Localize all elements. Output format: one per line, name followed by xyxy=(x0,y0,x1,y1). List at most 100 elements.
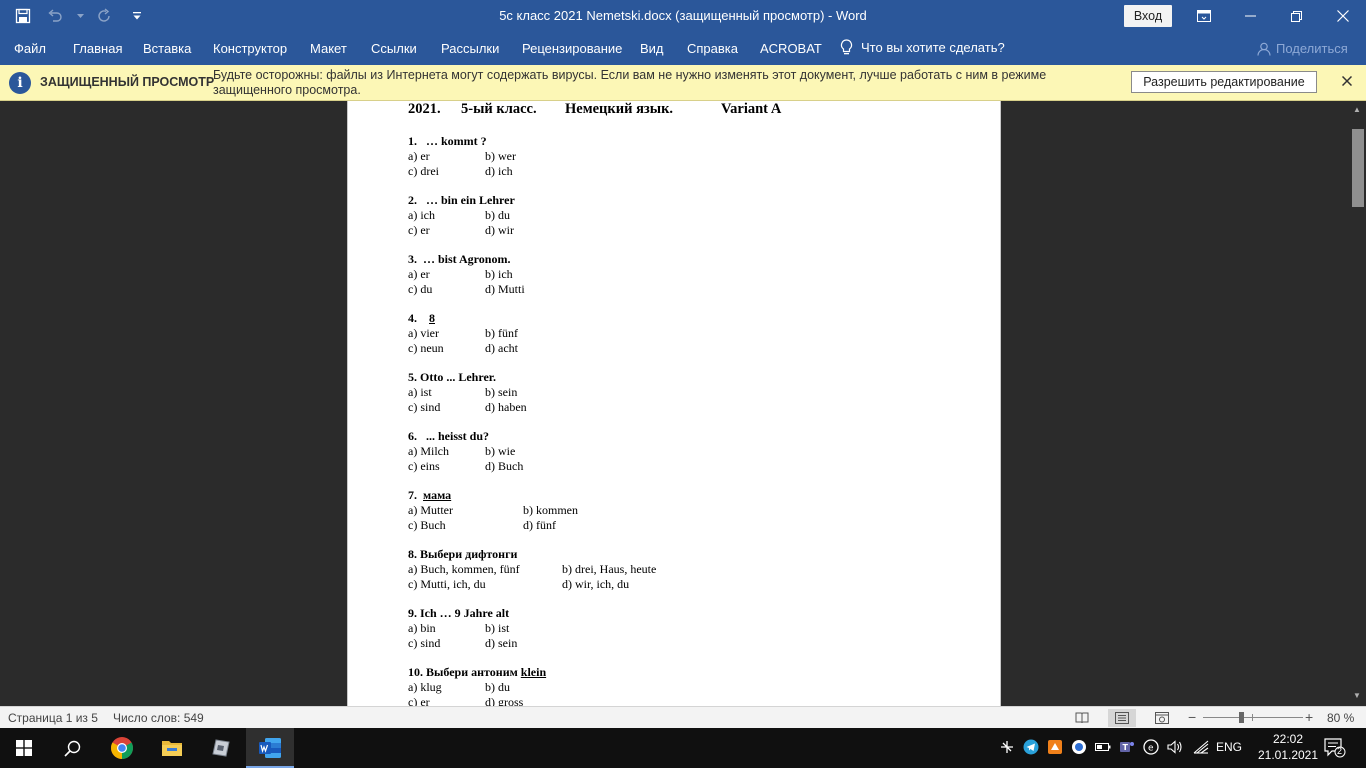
question-text: 4. xyxy=(408,311,429,325)
question-text: 6. ... heisst du? xyxy=(408,429,490,443)
answer-row: c) drei d) ich xyxy=(408,164,968,179)
share-button[interactable]: Поделиться xyxy=(1257,41,1348,56)
answer-option: a) er xyxy=(408,267,430,281)
answer-option: a) Milch xyxy=(408,444,449,458)
word-count[interactable]: Число слов: 549 xyxy=(113,711,204,725)
notification-icon xyxy=(1324,738,1346,758)
word-icon xyxy=(259,738,281,758)
battery-icon[interactable] xyxy=(1094,738,1112,756)
tab-design[interactable]: Конструктор xyxy=(213,41,287,56)
network-share-icon[interactable] xyxy=(998,738,1016,756)
scrollbar-thumb[interactable] xyxy=(1352,129,1364,207)
notification-center-button[interactable]: 2 xyxy=(1324,738,1346,761)
question-title: 9. Ich … 9 Jahre alt xyxy=(408,606,968,621)
save-icon xyxy=(15,8,31,24)
svg-text:e: e xyxy=(1148,744,1154,754)
print-layout-button[interactable] xyxy=(1108,709,1136,727)
answer-row: a) Milch b) wie xyxy=(408,444,968,459)
windows-taskbar: T e ENG 22:02 21.01.2021 2 xyxy=(0,728,1366,768)
answer-row: c) du d) Mutti xyxy=(408,282,968,297)
vertical-scrollbar[interactable]: ▲ ▼ xyxy=(1350,101,1366,706)
volume-icon[interactable] xyxy=(1166,738,1184,756)
close-button[interactable] xyxy=(1320,0,1366,32)
teams-icon[interactable]: T xyxy=(1118,738,1136,756)
customize-qat-button[interactable] xyxy=(126,5,148,27)
redo-button[interactable] xyxy=(94,5,116,27)
undo-dropdown-button[interactable] xyxy=(76,5,84,27)
clock[interactable]: 22:02 21.01.2021 xyxy=(1256,731,1320,763)
undo-button[interactable] xyxy=(44,5,66,27)
answer-option: d) ich xyxy=(485,164,513,178)
print-layout-icon xyxy=(1115,712,1129,724)
answer-option: b) du xyxy=(485,208,510,222)
start-button[interactable] xyxy=(0,728,48,768)
tab-review[interactable]: Рецензирование xyxy=(522,41,622,56)
customize-icon xyxy=(133,12,141,20)
search-button[interactable] xyxy=(48,728,96,768)
close-icon xyxy=(1341,75,1353,87)
tab-file[interactable]: Файл xyxy=(14,41,46,56)
person-icon xyxy=(1257,42,1271,56)
document-canvas[interactable]: 2021. 5-ый класс. Немецкий язык. Variant… xyxy=(0,101,1350,706)
skype-icon[interactable]: e xyxy=(1142,738,1160,756)
protected-view-bar: i ЗАЩИЩЕННЫЙ ПРОСМОТР Будьте осторожны: … xyxy=(0,65,1366,101)
answer-row: a) bin b) ist xyxy=(408,621,968,636)
zoom-slider-track[interactable] xyxy=(1203,717,1303,718)
minimize-icon xyxy=(1244,15,1256,17)
orange-app-icon[interactable] xyxy=(1046,738,1064,756)
answer-option: d) gross xyxy=(485,695,524,706)
tab-mailings[interactable]: Рассылки xyxy=(441,41,499,56)
question-title: 5. Otto ... Lehrer. xyxy=(408,370,968,385)
document-heading: 2021. 5-ый класс. Немецкий язык. Variant… xyxy=(408,101,908,119)
web-layout-button[interactable] xyxy=(1148,709,1176,727)
minimize-button[interactable] xyxy=(1227,0,1273,32)
tab-home[interactable]: Главная xyxy=(73,41,122,56)
quick-access-toolbar xyxy=(12,0,148,32)
security-app-icon[interactable] xyxy=(1070,738,1088,756)
language-indicator[interactable]: ENG xyxy=(1216,740,1242,754)
zoom-in-button[interactable]: + xyxy=(1305,709,1313,725)
answer-option: a) klug xyxy=(408,680,442,694)
answer-row: a) ist b) sein xyxy=(408,385,968,400)
read-mode-button[interactable] xyxy=(1068,709,1096,727)
zoom-slider-thumb[interactable] xyxy=(1239,712,1245,723)
tab-acrobat[interactable]: ACROBAT xyxy=(760,41,822,56)
tab-references[interactable]: Ссылки xyxy=(371,41,417,56)
tab-insert[interactable]: Вставка xyxy=(143,41,191,56)
tab-layout[interactable]: Макет xyxy=(310,41,347,56)
zoom-out-button[interactable]: − xyxy=(1188,709,1196,725)
document-page[interactable]: 2021. 5-ый класс. Немецкий язык. Variant… xyxy=(347,101,1001,706)
answer-option: d) wir, ich, du xyxy=(562,577,630,591)
question-text: 1. … kommt ? xyxy=(408,134,487,148)
question-5: 5. Otto ... Lehrer. a) ist b) sein c) sind d… xyxy=(408,370,968,415)
question-title: 7. мама xyxy=(408,488,968,503)
telegram-icon[interactable] xyxy=(1022,738,1040,756)
save-button[interactable] xyxy=(12,5,34,27)
tab-view[interactable]: Вид xyxy=(640,41,664,56)
tab-help[interactable]: Справка xyxy=(687,41,738,56)
wifi-icon[interactable] xyxy=(1192,738,1210,756)
ribbon-display-icon xyxy=(1197,10,1211,22)
question-title: 6. ... heisst du? xyxy=(408,429,968,444)
question-title: 4. 8 xyxy=(408,311,968,326)
answer-row: a) er b) wer xyxy=(408,149,968,164)
tell-me-search[interactable]: Что вы хотите сделать? xyxy=(840,39,1005,56)
app-taskbar-button[interactable] xyxy=(197,728,245,768)
restore-button[interactable] xyxy=(1273,0,1319,32)
ribbon-tabs: Файл Главная Вставка Конструктор Макет С… xyxy=(0,32,1366,65)
close-bar-button[interactable] xyxy=(1341,73,1353,91)
chrome-taskbar-button[interactable] xyxy=(98,728,146,768)
page-count[interactable]: Страница 1 из 5 xyxy=(8,711,98,725)
ribbon-display-options-button[interactable] xyxy=(1181,0,1227,32)
enable-editing-button[interactable]: Разрешить редактирование xyxy=(1131,71,1317,93)
word-taskbar-button[interactable] xyxy=(246,728,294,768)
zoom-level[interactable]: 80 % xyxy=(1327,711,1354,725)
lightbulb-icon xyxy=(840,39,853,55)
sign-in-button[interactable]: Вход xyxy=(1124,5,1172,27)
info-icon: i xyxy=(9,72,31,94)
scroll-up-arrow-icon[interactable]: ▲ xyxy=(1353,105,1361,114)
scroll-down-arrow-icon[interactable]: ▼ xyxy=(1353,691,1361,700)
answer-option: b) du xyxy=(485,680,510,694)
file-explorer-taskbar-button[interactable] xyxy=(148,728,196,768)
question-3: 3. … bist Agronom. a) er b) ich c) du d) Mut… xyxy=(408,252,968,297)
